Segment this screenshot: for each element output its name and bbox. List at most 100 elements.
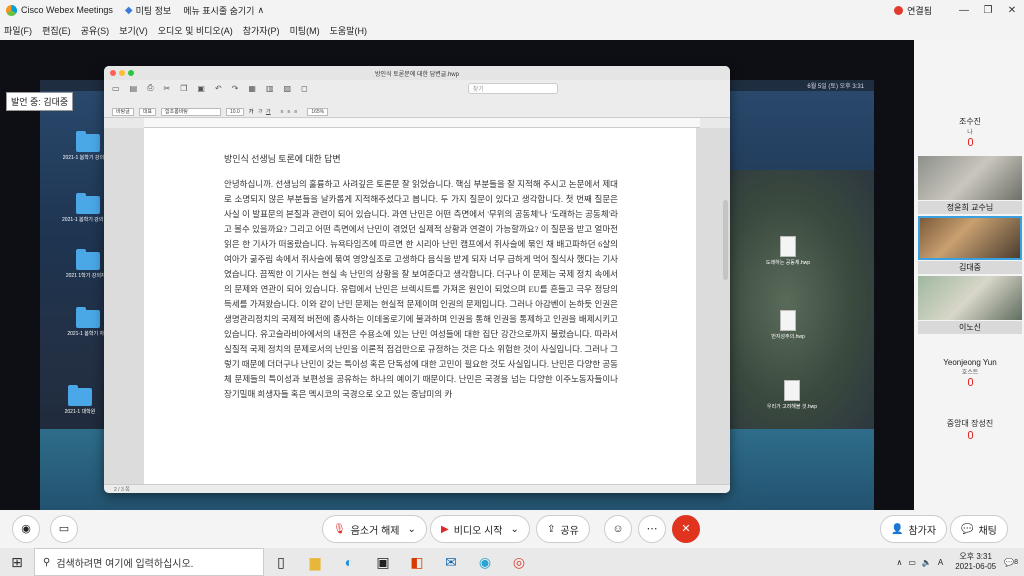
zoom-dot-icon[interactable] <box>128 70 134 76</box>
minimize-button[interactable]: — <box>952 5 976 16</box>
more-button[interactable]: ⋯ <box>638 515 666 543</box>
participant-video[interactable] <box>918 276 1022 320</box>
headset-icon: ◉ <box>21 523 31 535</box>
paste-icon[interactable]: ▣ <box>197 84 205 93</box>
justify-icon[interactable]: ≡ <box>294 109 297 115</box>
redo-icon[interactable]: ↷ <box>232 84 239 93</box>
participant-role: 나 <box>967 130 973 136</box>
desktop-file[interactable]: 번지성주의.hwp <box>758 310 818 340</box>
document-window-title: 방인식 토론문에 대한 답변글.hwp <box>375 71 459 78</box>
participant-role: 호스트 <box>961 370 979 376</box>
start-video-button[interactable]: ▶ 비디오 시작 ⌄ <box>430 515 530 543</box>
chrome-icon[interactable]: ◎ <box>502 554 536 571</box>
participant-video[interactable] <box>918 156 1022 200</box>
desktop-file[interactable]: 우리가 고려해볼 것.hwp <box>762 380 822 410</box>
close-button[interactable]: ✕ <box>1000 5 1024 16</box>
participant-tile[interactable]: 중앙대 장성진 <box>918 418 1022 476</box>
document-search-input[interactable]: 찾기 <box>467 82 558 94</box>
network-icon[interactable]: ▭ <box>908 558 916 567</box>
connection-status[interactable]: 연결됨 <box>894 4 932 17</box>
participants-label: 참가자 <box>908 525 937 537</box>
desktop-file[interactable]: 도래하는 공동체.hwp <box>758 236 818 266</box>
underline-icon[interactable]: 가 <box>266 108 271 115</box>
shape-icon[interactable]: ◻ <box>301 84 308 93</box>
desktop-folder-label: 2021-1 봄학기 자료 <box>67 331 109 337</box>
menu-view[interactable]: 보기(V) <box>119 24 148 37</box>
document-canvas: 방인식 선생님 토론에 대한 답변 안녕하십니까. 선생님의 훌륭하고 사려깊은… <box>104 128 730 484</box>
office-icon[interactable]: ◧ <box>400 554 434 571</box>
folder-icon <box>76 193 100 214</box>
app-title-text: Cisco Webex Meetings <box>21 5 113 15</box>
font-select[interactable]: 함초롬바탕 <box>161 107 222 116</box>
smiley-icon: ☺ <box>612 523 624 535</box>
participant-tile[interactable]: Yeonjeong Yun 호스트 <box>918 358 1022 416</box>
edge-icon[interactable]: ◐ <box>332 554 366 570</box>
chart-icon[interactable]: ▥ <box>266 84 274 93</box>
open-icon[interactable]: ▤ <box>130 84 138 93</box>
chevron-up-icon[interactable]: ∧ <box>896 558 902 567</box>
chat-button[interactable]: 💬 채팅 <box>950 515 1008 543</box>
italic-icon[interactable]: 가 <box>257 108 262 115</box>
desktop-file-label: 도래하는 공동체.hwp <box>765 260 811 266</box>
menu-meeting[interactable]: 미팅(M) <box>290 24 320 37</box>
leave-meeting-button[interactable]: ✕ <box>672 515 700 543</box>
new-doc-icon[interactable]: ▭ <box>112 84 120 93</box>
chevron-down-icon: ⌄ <box>510 523 519 535</box>
font-size-select[interactable]: 10.0 <box>226 107 244 116</box>
menu-bar: 파일(F) 편집(E) 공유(S) 보기(V) 오디오 및 비디오(A) 참가자… <box>0 20 1024 40</box>
menu-toggle-button[interactable]: 메뉴 표시줄 숨기기 ∧ <box>183 4 264 17</box>
menu-audio-video[interactable]: 오디오 및 비디오(A) <box>158 24 233 37</box>
menu-edit[interactable]: 편집(E) <box>42 24 71 37</box>
close-dot-icon[interactable] <box>110 70 116 76</box>
file-explorer-icon[interactable]: ▆ <box>298 554 332 571</box>
zoom-select[interactable]: 165% <box>307 107 329 116</box>
unmute-button[interactable]: 🎙 음소거 해제 ⌄ <box>322 515 427 543</box>
toolbar-labels <box>104 96 730 106</box>
volume-icon[interactable]: 🔈 <box>922 558 932 567</box>
desktop-folder-label: 2021-1 대학원 <box>64 409 96 415</box>
share-icon: ⇪ <box>547 523 556 535</box>
webex-taskbar-icon[interactable]: ◉ <box>468 554 502 571</box>
menu-participants[interactable]: 참가자(P) <box>243 24 280 37</box>
search-icon: ⚲ <box>43 556 51 568</box>
undo-icon[interactable]: ↶ <box>215 84 222 93</box>
align-left-icon[interactable]: ≡ <box>281 109 284 115</box>
presenter-label: 발언 중: 김대중 <box>6 92 74 111</box>
participant-name: 중앙대 장성진 <box>946 419 994 428</box>
reactions-button[interactable]: ☺ <box>604 515 632 543</box>
document-scrollbar[interactable] <box>723 200 728 280</box>
image-icon[interactable]: ▨ <box>284 84 292 93</box>
ime-icon[interactable]: A <box>938 558 943 567</box>
table-icon[interactable]: ▦ <box>248 84 256 93</box>
captions-button[interactable]: ▭ <box>50 515 78 543</box>
menu-help[interactable]: 도움말(H) <box>330 24 367 37</box>
store-icon[interactable]: ▣ <box>366 554 400 571</box>
app-title: Cisco Webex Meetings <box>0 4 113 16</box>
participant-video-active[interactable] <box>918 216 1022 260</box>
paragraph-style-select[interactable]: 바탕글 <box>112 107 134 116</box>
taskbar-clock[interactable]: 오후 3:31 2021-06-05 <box>955 552 996 572</box>
mail-icon[interactable]: ✉ <box>434 554 468 571</box>
language-select[interactable]: 대표 <box>138 107 157 116</box>
copy-icon[interactable]: ❐ <box>180 84 187 93</box>
minimize-dot-icon[interactable] <box>119 70 125 76</box>
windows-start-icon[interactable]: ⊞ <box>0 554 34 571</box>
taskbar-search-input[interactable]: ⚲ 검색하려면 여기에 입력하십시오. <box>34 548 264 576</box>
menu-share[interactable]: 공유(S) <box>81 24 110 37</box>
bold-icon[interactable]: 가 <box>249 108 254 115</box>
notification-icon[interactable]: 💬 <box>1004 558 1014 567</box>
menu-file[interactable]: 파일(F) <box>4 24 32 37</box>
participants-button[interactable]: 👤 참가자 <box>880 515 948 543</box>
print-icon[interactable]: ⎙ <box>147 83 153 93</box>
cut-icon[interactable]: ✂ <box>164 84 171 93</box>
audio-connect-button[interactable]: ◉ <box>12 515 40 543</box>
task-view-icon[interactable]: ▯ <box>264 554 298 571</box>
chevron-up-icon: ∧ <box>257 4 265 15</box>
share-button[interactable]: ⇪ 공유 <box>536 515 590 543</box>
meeting-info-button[interactable]: ◆ 미팅 정보 <box>125 4 171 17</box>
align-center-icon[interactable]: ≡ <box>288 109 291 115</box>
desktop-folder[interactable]: 2021-1 대학원 <box>50 385 110 415</box>
restore-button[interactable]: ❐ <box>976 5 1000 16</box>
document-title-bar: 방인식 토론문에 대한 답변글.hwp <box>104 66 730 80</box>
document-page[interactable]: 방인식 선생님 토론에 대한 답변 안녕하십니까. 선생님의 훌륭하고 사려깊은… <box>144 128 696 484</box>
